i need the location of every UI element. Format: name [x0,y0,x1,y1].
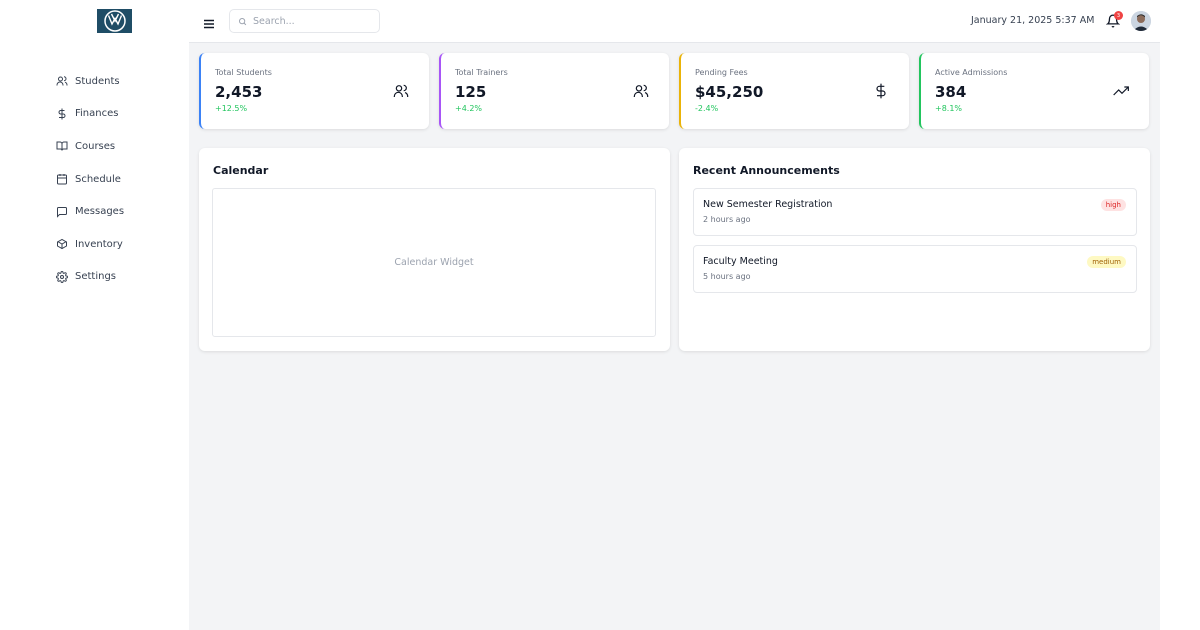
sidebar-item-label: Messages [75,206,125,218]
stat-value: $45,250 [695,83,764,101]
stat-card-pending-fees[interactable]: Pending Fees $45,250 -2.4% [679,53,909,129]
priority-badge: medium [1087,256,1126,268]
vw-logo[interactable] [97,9,132,33]
notification-count-badge: 3 [1114,11,1123,20]
sidebar-item-students[interactable]: Students [56,65,124,98]
users-icon [633,83,649,99]
stat-card-total-trainers[interactable]: Total Trainers 125 +4.2% [439,53,669,129]
users-icon [56,75,68,87]
sidebar-nav: Students Finances Courses Schedule Messa… [56,65,124,293]
announcements-title: Recent Announcements [693,164,840,177]
trending-up-icon [1113,83,1129,99]
priority-badge: high [1100,199,1126,211]
stat-value: 384 [935,83,967,101]
calendar-widget[interactable]: Calendar Widget [212,188,656,337]
box-icon [56,238,68,250]
announcement-title: New Semester Registration [703,199,833,210]
hamburger-icon [204,19,214,29]
stat-label: Total Students [215,68,272,77]
stat-label: Pending Fees [695,68,748,77]
sidebar-item-label: Inventory [75,238,123,250]
stat-label: Active Admissions [935,68,1008,77]
sidebar-item-label: Students [75,75,120,87]
announcements-panel: Recent Announcements New Semester Regist… [679,148,1150,351]
sidebar-item-inventory[interactable]: Inventory [56,228,124,261]
sidebar-item-messages[interactable]: Messages [56,195,124,228]
sidebar-item-settings[interactable]: Settings [56,261,124,294]
announcement-item[interactable]: New Semester Registration 2 hours ago hi… [693,188,1137,236]
stat-card-active-admissions[interactable]: Active Admissions 384 +8.1% [919,53,1149,129]
sidebar-item-label: Courses [75,140,116,152]
stat-label: Total Trainers [455,68,508,77]
stat-change: +4.2% [455,104,483,113]
vw-logo-icon [103,10,126,32]
stat-change: +8.1% [935,104,963,113]
sidebar-item-label: Finances [75,108,119,120]
sidebar-item-courses[interactable]: Courses [56,130,124,163]
calendar-icon [56,173,68,185]
top-header: January 21, 2025 5:37 AM 3 [189,0,1160,43]
sidebar-item-label: Schedule [75,173,121,185]
announcement-time: 5 hours ago [703,272,751,281]
calendar-title: Calendar [213,164,269,177]
stat-change: +12.5% [215,104,248,113]
calendar-panel: Calendar Calendar Widget [199,148,670,351]
announcement-title: Faculty Meeting [703,256,778,267]
dollar-icon [873,83,889,99]
stat-change: -2.4% [695,104,719,113]
menu-toggle-button[interactable] [203,15,215,29]
sidebar: Students Finances Courses Schedule Messa… [0,0,189,630]
stat-value: 125 [455,83,487,101]
search-input[interactable] [253,15,373,27]
announcement-time: 2 hours ago [703,215,751,224]
stat-card-total-students[interactable]: Total Students 2,453 +12.5% [199,53,429,129]
announcement-item[interactable]: Faculty Meeting 5 hours ago medium [693,245,1137,293]
right-gutter [1160,0,1200,630]
search-icon [239,17,247,25]
sidebar-item-schedule[interactable]: Schedule [56,163,124,196]
sidebar-item-finances[interactable]: Finances [56,98,124,131]
book-icon [56,140,68,152]
calendar-widget-placeholder: Calendar Widget [394,257,474,268]
stat-value: 2,453 [215,83,263,101]
message-icon [56,206,68,218]
users-icon [393,83,409,99]
sidebar-item-label: Settings [75,271,117,283]
current-datetime: January 21, 2025 5:37 AM [971,15,1095,26]
avatar-icon [1131,11,1151,31]
user-avatar[interactable] [1131,11,1151,31]
dollar-icon [56,108,68,120]
search-box[interactable] [229,9,380,33]
gear-icon [56,270,68,283]
